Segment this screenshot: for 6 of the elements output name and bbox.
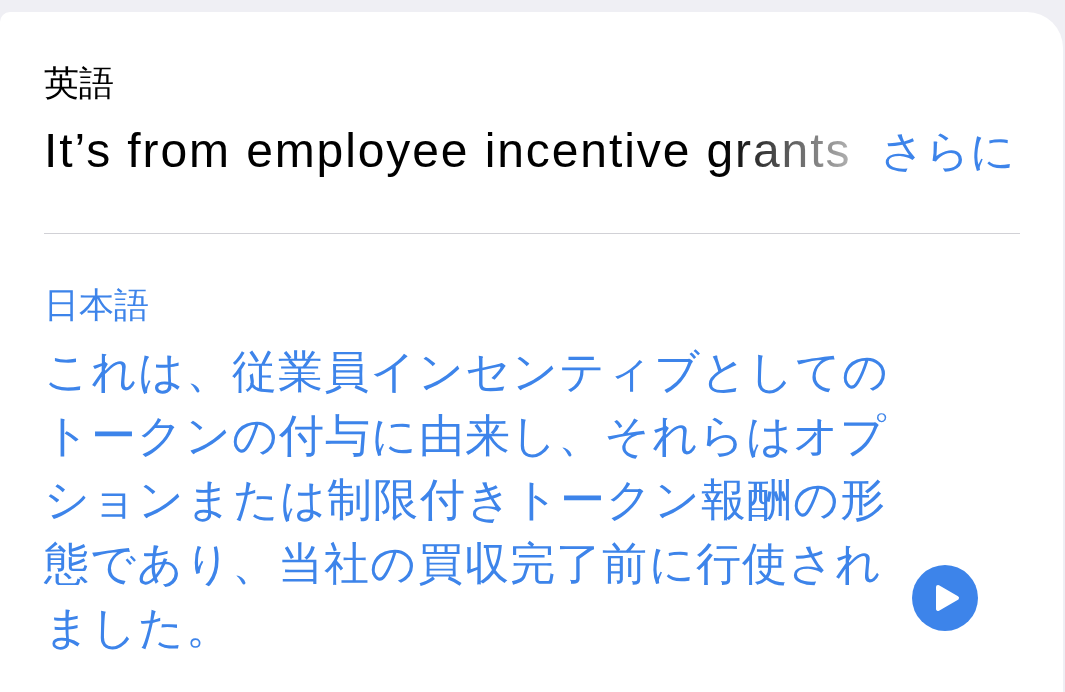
source-language-label: 英語 [44, 62, 114, 104]
play-icon [935, 584, 960, 612]
translated-text: これは、従業員インセンティブとしてのトークンの付与に由来し、それらはオプションまたは制限付きトークン報酬の形態であり、当社の買収完了前に行使されました。 [44, 344, 891, 656]
target-language-label: 日本語 [44, 284, 149, 326]
source-text: It’s from employee incentive grants [44, 123, 852, 179]
more-link[interactable]: さらに [880, 121, 1015, 181]
